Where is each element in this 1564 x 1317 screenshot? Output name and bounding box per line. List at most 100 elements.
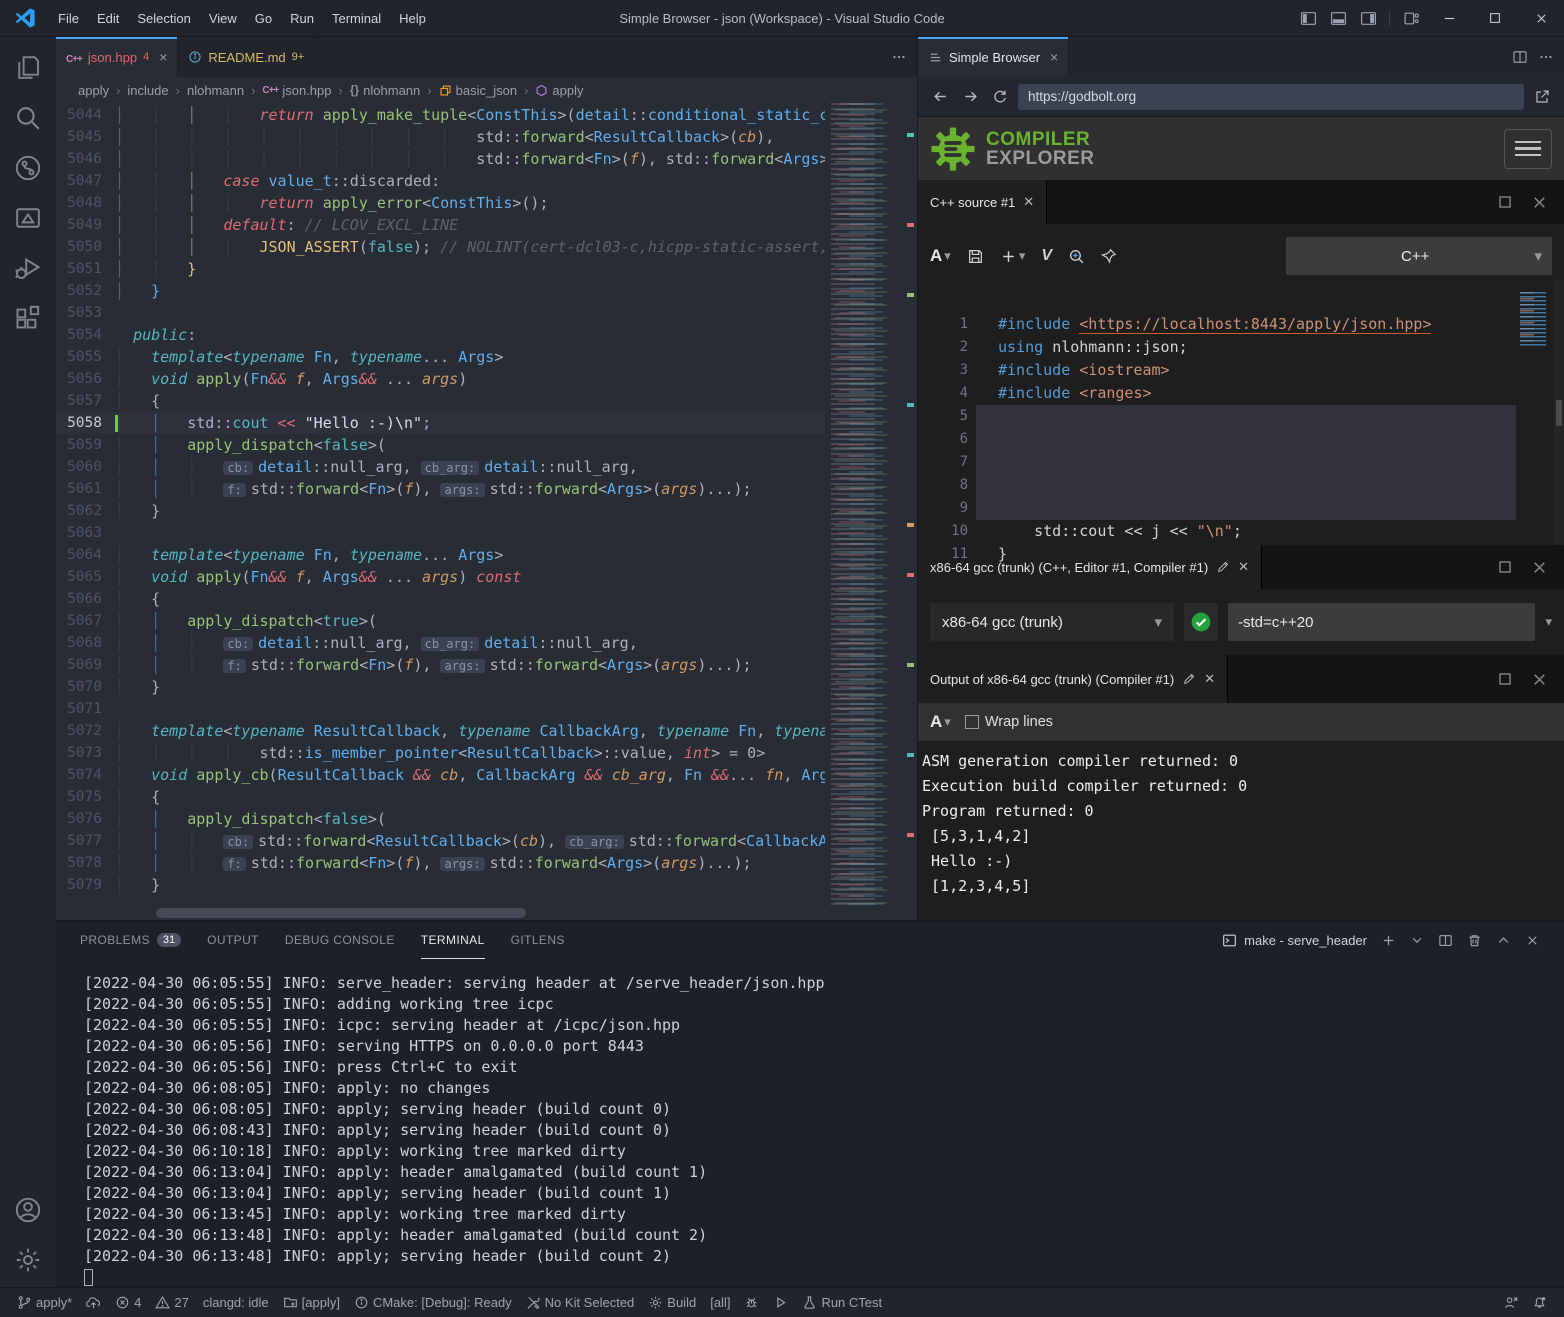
ce-code-line-6[interactable]: 6int main() { <box>918 405 1564 428</box>
ce-source-maximize-icon[interactable] <box>1497 194 1513 210</box>
breadcrumb-item[interactable]: apply <box>78 83 109 98</box>
ce-code-line-7[interactable]: 7 json j{5, 3, 1, 4, 2}; <box>918 428 1564 451</box>
code-line-5075[interactable]: 5075│ { <box>56 786 825 808</box>
ce-output-tab-edit-icon[interactable] <box>1182 672 1196 686</box>
search-icon[interactable] <box>4 95 52 141</box>
back-icon[interactable] <box>928 85 952 109</box>
menu-run[interactable]: Run <box>281 7 323 30</box>
ce-source-tab-close-icon[interactable]: ✕ <box>1023 194 1034 210</box>
layout-panel-icon[interactable] <box>1323 0 1353 36</box>
menu-file[interactable]: File <box>49 7 88 30</box>
run-debug-icon[interactable] <box>4 245 52 291</box>
wrap-lines-checkbox[interactable]: Wrap lines <box>965 714 1053 730</box>
code-line-5047[interactable]: 5047│ │ │ case value_t::discarded: <box>56 170 825 192</box>
feedback[interactable] <box>1496 1295 1525 1310</box>
menu-selection[interactable]: Selection <box>128 7 199 30</box>
breadcrumb-item[interactable]: basic_json <box>439 83 517 98</box>
pin-icon[interactable] <box>1101 248 1117 264</box>
tab-simple-browser[interactable]: Simple Browser × <box>918 37 1069 77</box>
compiler-options-input[interactable]: -std=c++20 <box>1228 603 1535 641</box>
options-chevron-down-icon[interactable]: ▾ <box>1545 614 1552 630</box>
cmake-project[interactable]: [apply] <box>276 1288 347 1317</box>
code-line-5050[interactable]: 5050│ │ │ │ JSON_ASSERT(false); // NOLIN… <box>56 236 825 258</box>
code-line-5070[interactable]: 5070│ } <box>56 676 825 698</box>
minimap[interactable] <box>827 103 905 906</box>
tab-README.md[interactable]: README.md 9+ <box>178 37 315 77</box>
cmake-icon[interactable] <box>4 195 52 241</box>
cmake-kit[interactable]: No Kit Selected <box>519 1288 642 1317</box>
compiler-select[interactable]: x86-64 gcc (trunk) ▾ <box>930 603 1174 641</box>
zoom-search-icon[interactable] <box>1068 248 1085 265</box>
code-line-5055[interactable]: 5055│ template<typename Fn, typename... … <box>56 346 825 368</box>
code-line-5058[interactable]: 5058│ │ std::cout << "Hello :-)\n"; <box>56 412 825 434</box>
output-font-size-button[interactable]: A▾ <box>930 712 951 732</box>
problems-warnings[interactable]: 27 <box>148 1288 195 1317</box>
code-line-5073[interactable]: 5073│ │ │ │ std::is_member_pointer<Resul… <box>56 742 825 764</box>
code-line-5051[interactable]: 5051│ │ } <box>56 258 825 280</box>
ce-menu-hamburger-icon[interactable] <box>1504 129 1552 169</box>
ce-code-line-9[interactable]: 9 j.apply(std::ranges::sort); <box>918 474 1564 497</box>
publish-changes[interactable] <box>79 1288 108 1317</box>
menu-view[interactable]: View <box>200 7 246 30</box>
breadcrumb[interactable]: apply›include›nlohmann›C++json.hpp›{}nlo… <box>56 77 917 103</box>
maximize-button[interactable] <box>1472 0 1518 36</box>
code-line-5066[interactable]: 5066│ { <box>56 588 825 610</box>
code-line-5064[interactable]: 5064│ template<typename Fn, typename... … <box>56 544 825 566</box>
code-editor[interactable]: 5044│ │ │ │ return apply_make_tuple<Cons… <box>56 103 917 920</box>
code-line-5044[interactable]: 5044│ │ │ │ return apply_make_tuple<Cons… <box>56 104 825 126</box>
split-editor-icon[interactable] <box>1512 49 1528 65</box>
panel-tab-problems[interactable]: PROBLEMS31 <box>80 921 181 959</box>
code-line-5079[interactable]: 5079│ } <box>56 874 825 896</box>
panel-tab-gitlens[interactable]: GITLENS <box>511 921 565 959</box>
ce-code-line-2[interactable]: 2using nlohmann::json; <box>918 313 1564 336</box>
cmake-build[interactable]: Build <box>641 1288 703 1317</box>
problems-errors[interactable]: 4 <box>108 1288 148 1317</box>
add-pane-button[interactable]: ▾ <box>1000 248 1026 265</box>
ce-output-tab-close-icon[interactable]: ✕ <box>1204 671 1215 687</box>
kill-terminal-icon[interactable] <box>1467 933 1482 948</box>
ce-code-line-5[interactable]: 5 <box>918 382 1564 405</box>
cmake-status[interactable]: CMake: [Debug]: Ready <box>347 1288 519 1317</box>
save-icon[interactable] <box>967 248 984 265</box>
panel-tab-terminal[interactable]: TERMINAL <box>421 921 485 959</box>
ce-vertical-scrollbar[interactable] <box>1554 280 1564 545</box>
code-line-5057[interactable]: 5057│ { <box>56 390 825 412</box>
code-line-5077[interactable]: 5077│ │ │ cb:std::forward<ResultCallback… <box>56 830 825 852</box>
terminal-output[interactable]: [2022-04-30 06:05:55] INFO: serve_header… <box>56 959 1564 1287</box>
run-ctest[interactable]: Run CTest <box>795 1288 889 1317</box>
reload-icon[interactable] <box>988 85 1012 109</box>
customize-layout-icon[interactable] <box>1396 0 1426 36</box>
split-terminal-icon[interactable] <box>1438 933 1453 948</box>
editor-more-actions-icon[interactable] <box>891 49 907 65</box>
language-select[interactable]: C++ ▾ <box>1286 237 1552 275</box>
close-button[interactable] <box>1518 0 1564 36</box>
code-line-5063[interactable]: 5063 <box>56 522 825 544</box>
menu-edit[interactable]: Edit <box>88 7 128 30</box>
maximize-panel-icon[interactable] <box>1496 933 1511 948</box>
ce-output-tab[interactable]: Output of x86-64 gcc (trunk) (Compiler #… <box>918 655 1228 703</box>
ce-compiler-close-icon[interactable] <box>1531 559 1548 576</box>
breadcrumb-item[interactable]: {}nlohmann <box>350 83 420 98</box>
code-line-5078[interactable]: 5078│ │ │ f:std::forward<Fn>(f), args:st… <box>56 852 825 874</box>
horizontal-scrollbar[interactable] <box>156 908 526 918</box>
url-input[interactable]: https://godbolt.org <box>1018 84 1524 110</box>
ce-code-line-11[interactable]: 11} <box>918 520 1564 543</box>
ce-code-line-8[interactable]: 8 std::cout << j << "\n"; <box>918 451 1564 474</box>
menu-help[interactable]: Help <box>390 7 435 30</box>
code-line-5067[interactable]: 5067│ │ apply_dispatch<true>( <box>56 610 825 632</box>
explorer-icon[interactable] <box>4 45 52 91</box>
menu-terminal[interactable]: Terminal <box>323 7 390 30</box>
notifications[interactable] <box>1525 1295 1554 1310</box>
ce-source-tab[interactable]: C++ source #1 ✕ <box>918 180 1047 224</box>
code-line-5045[interactable]: 5045│ │ │ │ │ │ │ │ │ │ std::forward<Res… <box>56 126 825 148</box>
layout-sidebar-left-icon[interactable] <box>1293 0 1323 36</box>
layout-sidebar-right-icon[interactable] <box>1353 0 1383 36</box>
new-terminal-icon[interactable] <box>1381 933 1396 948</box>
git-branch-status[interactable]: apply* <box>10 1288 79 1317</box>
source-control-icon[interactable] <box>4 145 52 191</box>
code-line-5072[interactable]: 5072│ template<typename ResultCallback, … <box>56 720 825 742</box>
ce-code-line-1[interactable]: 1#include <https://localhost:8443/apply/… <box>918 290 1564 313</box>
extensions-icon[interactable] <box>4 295 52 341</box>
code-line-5069[interactable]: 5069│ │ │ f:std::forward<Fn>(f), args:st… <box>56 654 825 676</box>
more-actions-icon[interactable] <box>1538 49 1554 65</box>
